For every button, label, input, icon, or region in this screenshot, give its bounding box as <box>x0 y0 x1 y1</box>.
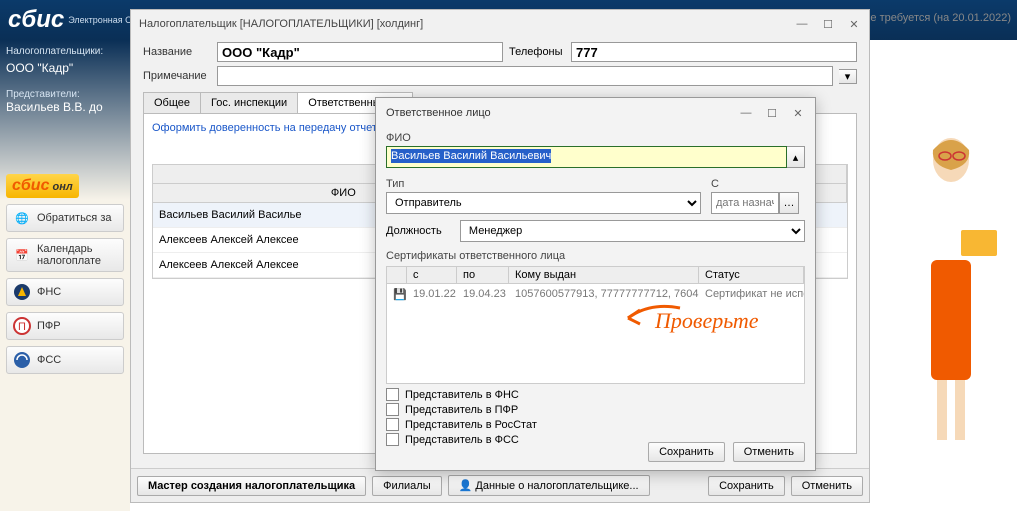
sidebar-item-contact[interactable]: 🌐 Обратиться за <box>6 204 124 232</box>
power-of-attorney-link[interactable]: Оформить доверенность на передачу отчетн <box>152 122 383 134</box>
sidebar-label-taxpayers: Налогоплательщики: <box>6 46 124 57</box>
fio-label: ФИО <box>386 132 805 144</box>
online-suffix: онл <box>49 181 72 193</box>
cert-col-issued[interactable]: Кому выдан <box>509 267 699 283</box>
fio-value: Васильев Василий Васильевич <box>391 149 551 163</box>
sidebar-item-label: ФСС <box>37 354 61 366</box>
chk-fns-label: Представитель в ФНС <box>405 389 519 401</box>
calendar-icon: 📅 <box>13 246 31 264</box>
cert-col-to[interactable]: по <box>457 267 509 283</box>
date-input[interactable] <box>711 192 779 214</box>
minimize-icon[interactable]: ― <box>739 106 753 120</box>
chk-rosstat-label: Представитель в РосСтат <box>405 419 537 431</box>
chk-rosstat[interactable] <box>386 418 399 431</box>
branches-button[interactable]: Филиалы <box>372 476 442 496</box>
sidebar-item-label: Календарь налогоплате <box>37 243 101 267</box>
sidebar-item-label: Обратиться за <box>37 212 111 224</box>
tel-label: Телефоны <box>509 46 565 58</box>
cancel-button[interactable]: Отменить <box>791 476 863 496</box>
win2-title: Ответственное лицо <box>386 107 491 119</box>
date-picker-button[interactable]: … <box>779 192 799 214</box>
close-icon[interactable]: ✕ <box>791 106 805 120</box>
cert-row[interactable]: 💾 19.01.22 19.04.23 1057600577913, 77777… <box>387 284 804 305</box>
cert-issued: 1057600577913, 77777777712, 7604074 <box>509 286 699 303</box>
chk-pfr[interactable] <box>386 403 399 416</box>
online-brand: сбис <box>12 177 49 194</box>
save-button[interactable]: Сохранить <box>708 476 785 496</box>
sidebar-label-reps: Представители: <box>6 89 124 100</box>
win1-titlebar: Налогоплательщик [НАЛОГОПЛАТЕЛЬЩИКИ] [хо… <box>131 10 869 38</box>
logo-text: сбис <box>8 6 64 34</box>
globe-icon: 🌐 <box>13 209 31 227</box>
decorative-illustration <box>891 120 1011 483</box>
type-select[interactable]: Отправитель <box>386 192 701 214</box>
fss-icon <box>13 351 31 369</box>
maximize-icon[interactable]: ☐ <box>821 17 835 31</box>
tel-input[interactable] <box>571 42 857 62</box>
minimize-icon[interactable]: ― <box>795 17 809 31</box>
maximize-icon[interactable]: ☐ <box>765 106 779 120</box>
fns-icon <box>13 283 31 301</box>
note-input[interactable] <box>217 66 833 86</box>
chk-pfr-label: Представитель в ПФР <box>405 404 518 416</box>
taxpayer-data-label: Данные о налогоплательщике... <box>475 480 638 492</box>
chk-fss-label: Представитель в ФСС <box>405 434 519 446</box>
person-icon: 👤 <box>459 480 473 492</box>
cert-table: с по Кому выдан Статус 💾 19.01.22 19.04.… <box>386 266 805 384</box>
position-label: Должность <box>386 225 450 237</box>
name-label: Название <box>143 46 211 58</box>
sidebar-org[interactable]: ООО "Кадр" <box>6 61 124 75</box>
svg-text:П: П <box>18 321 26 333</box>
cert-from: 19.01.22 <box>407 286 457 303</box>
wizard-button[interactable]: Мастер создания налогоплательщика <box>137 476 366 496</box>
sidebar-item-fns[interactable]: ФНС <box>6 278 124 306</box>
note-label: Примечание <box>143 70 211 82</box>
sidebar-item-label: ФНС <box>37 286 61 298</box>
responsible-person-dialog: Ответственное лицо ― ☐ ✕ ФИО Васильев Ва… <box>375 97 816 471</box>
taxpayer-data-button[interactable]: 👤 Данные о налогоплательщике... <box>448 475 650 496</box>
modal-save-button[interactable]: Сохранить <box>648 442 725 462</box>
cert-to: 19.04.23 <box>457 286 509 303</box>
sidebar-item-fss[interactable]: ФСС <box>6 346 124 374</box>
bottom-bar: Мастер создания налогоплательщика Филиал… <box>131 468 869 502</box>
type-label: Тип <box>386 178 691 190</box>
name-input[interactable] <box>217 42 503 62</box>
sidebar-item-label: ПФР <box>37 320 61 332</box>
sidebar: Налогоплательщики: ООО "Кадр" Представит… <box>0 40 130 511</box>
fio-input[interactable]: Васильев Василий Васильевич <box>386 146 787 168</box>
modal-cancel-button[interactable]: Отменить <box>733 442 805 462</box>
chk-fns[interactable] <box>386 388 399 401</box>
win1-title: Налогоплательщик [НАЛОГОПЛАТЕЛЬЩИКИ] [хо… <box>139 18 423 30</box>
floppy-icon: 💾 <box>387 286 407 303</box>
chk-fss[interactable] <box>386 433 399 446</box>
sidebar-item-pfr[interactable]: П ПФР <box>6 312 124 340</box>
sidebar-rep-name[interactable]: Васильев В.В. до <box>6 100 124 114</box>
cert-col-from[interactable]: с <box>407 267 457 283</box>
sidebar-item-calendar[interactable]: 📅 Календарь налогоплате <box>6 238 124 272</box>
cert-label: Сертификаты ответственного лица <box>386 250 805 262</box>
tab-general[interactable]: Общее <box>143 92 201 113</box>
note-dropdown-icon[interactable]: ▾ <box>839 69 857 84</box>
cert-status: Сертификат не испол <box>699 286 804 303</box>
cert-col-status[interactable]: Статус <box>699 267 804 283</box>
position-select[interactable]: Менеджер <box>460 220 805 242</box>
tab-inspections[interactable]: Гос. инспекции <box>200 92 298 113</box>
from-label: С <box>711 178 795 190</box>
close-icon[interactable]: ✕ <box>847 17 861 31</box>
online-badge[interactable]: сбис онл <box>6 174 79 198</box>
pfr-icon: П <box>13 317 31 335</box>
fio-dropdown-icon[interactable]: ▴ <box>787 146 805 168</box>
